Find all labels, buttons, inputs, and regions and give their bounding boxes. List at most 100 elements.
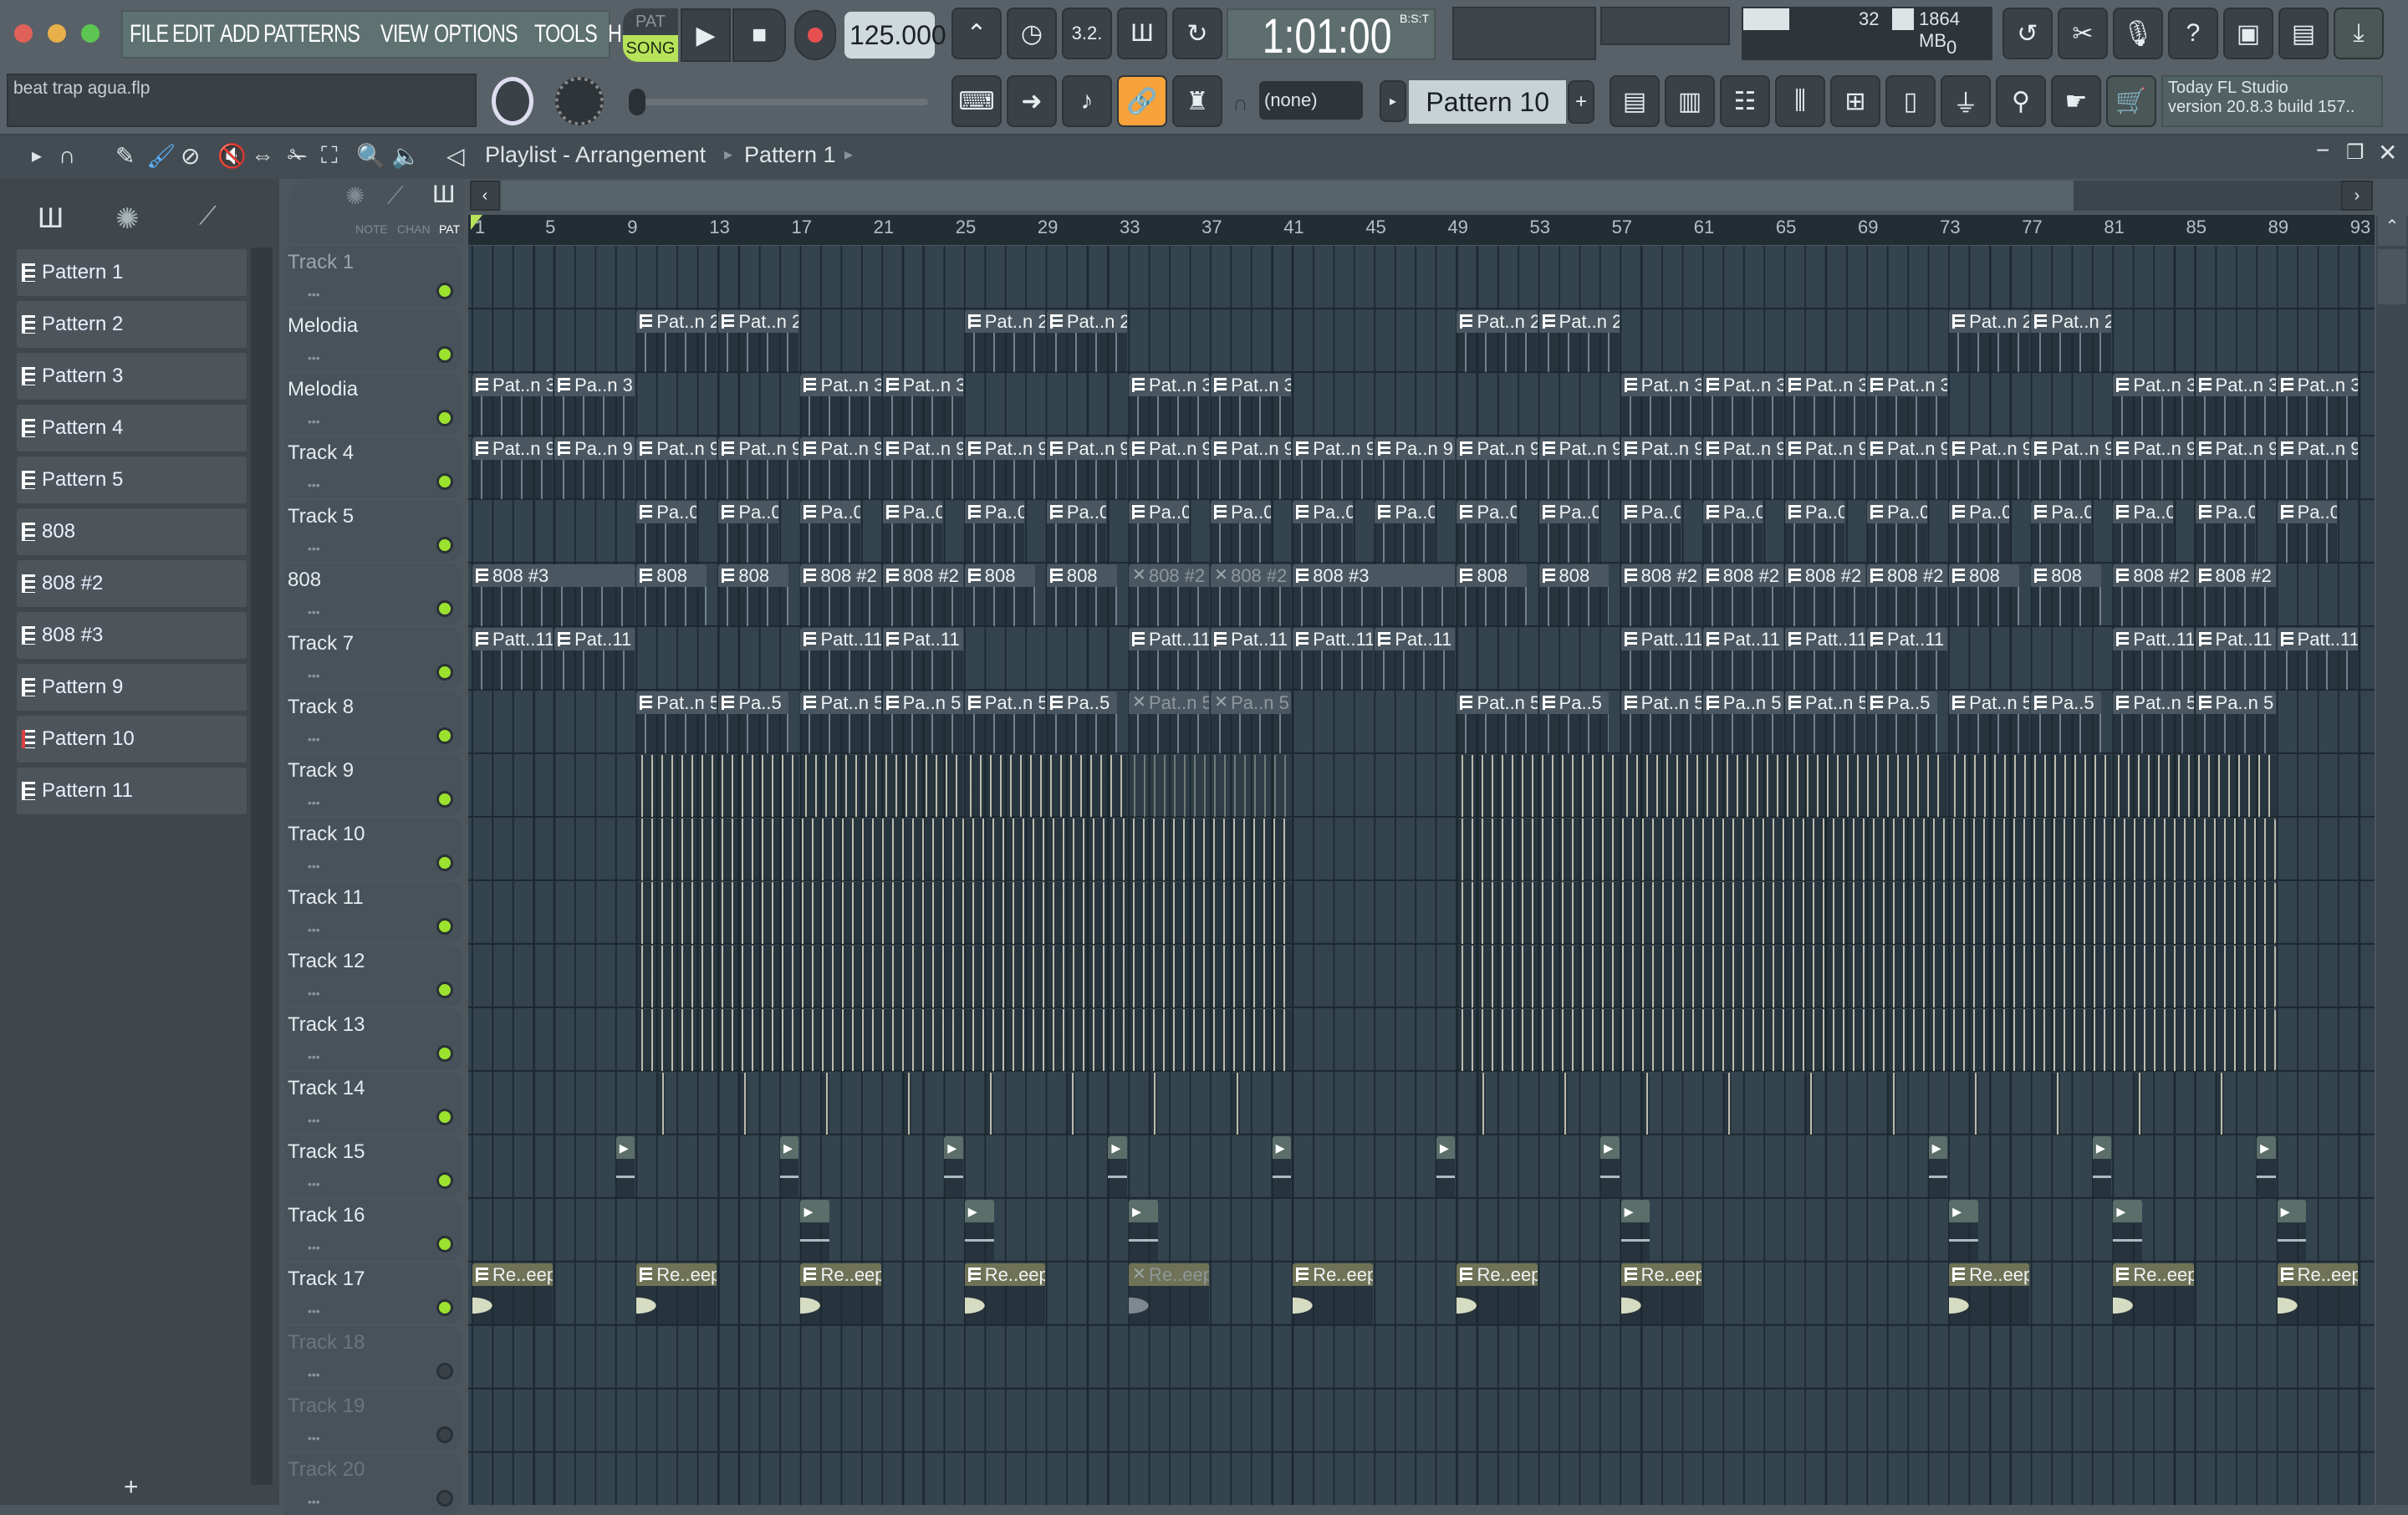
record-audio-button[interactable]: 🎙 [2113,8,2163,59]
track-options-icon[interactable]: ••• [308,1050,320,1064]
pattern-clip[interactable]: Pa..0 [2113,501,2173,563]
slip-icon[interactable]: ⇔ [251,142,274,169]
track-options-icon[interactable]: ••• [308,1368,320,1381]
pattern-clip[interactable]: 808 #2 [2113,564,2194,626]
audio-clip[interactable] [944,1136,963,1198]
audio-clip[interactable] [1620,1200,1650,1262]
pattern-item[interactable]: Pattern 9 [17,664,247,711]
plugin-database-button[interactable]: ⏚ [1941,75,1991,127]
hits-clip[interactable] [636,946,1292,1007]
scroll-left-button[interactable]: ‹ [470,181,500,211]
hits-clip[interactable] [738,1073,747,1135]
pattern-clip[interactable]: Pat..n 9 [1293,437,1374,499]
pattern-clip[interactable]: 808 [964,564,1035,626]
pattern-clip[interactable]: Re..eep [472,1263,554,1325]
pattern-clip[interactable]: Re..eep [1949,1263,2030,1325]
pattern-clip[interactable]: Pat..n 9 [2277,437,2358,499]
typing-keyboard-button[interactable]: ⌨ [951,75,1002,127]
tempo-field[interactable]: 125.000 [844,12,946,59]
hits-clip[interactable] [1457,882,2276,944]
pattern-clip[interactable]: 808 [1046,564,1117,626]
pattern-clip[interactable]: Pat..n 3 [472,374,554,436]
pattern-clip[interactable]: Pa..0 [1702,501,1763,563]
pattern-clip[interactable]: Pat..11 [554,628,635,690]
track-mute-led[interactable] [436,664,453,681]
close-window-button[interactable] [14,24,33,43]
pattern-clip[interactable]: Re..eep [1128,1263,1210,1325]
pattern-clip[interactable]: Pa..0 [1867,501,1927,563]
hits-clip[interactable] [636,882,1292,944]
track-header[interactable]: Track 19 ••• [284,1390,462,1451]
audio-clip[interactable] [2092,1136,2112,1198]
track-header[interactable]: Track 16 ••• [284,1199,462,1261]
playlist-pattern[interactable]: Pattern 1 [744,142,836,168]
stop-button[interactable]: ■ [732,8,786,62]
hits-clip[interactable] [636,755,799,817]
pattern-clip[interactable]: Pat..11 [1867,628,1948,690]
snap-dropdown[interactable]: (none) [1259,81,1363,120]
pattern-prev-button[interactable]: ▸ [1380,80,1406,122]
overview-scrollbar[interactable] [502,181,2074,211]
track-mute-led[interactable] [436,918,453,935]
pattern-clip[interactable]: Pat..n 3 [1784,374,1866,436]
track-header[interactable]: Track 11 ••• [284,881,462,943]
hits-clip[interactable] [1949,755,2112,817]
pattern-item[interactable]: 808 #3 [17,612,247,659]
multilink-button[interactable]: 🔗 [1117,75,1167,127]
pattern-clip[interactable]: Pa..n 3 [554,374,635,436]
pattern-clip[interactable]: Pat..n 5 [2113,691,2194,753]
pencil-icon[interactable]: ✎ [115,142,135,170]
news-panel[interactable]: Today FL Studio version 20.8.3 build 157… [2161,75,2383,127]
audio-clip[interactable] [1436,1136,1456,1198]
pattern-clip[interactable]: Pat..n 9 [1620,437,1701,499]
audio-clip[interactable] [2277,1200,2307,1262]
pattern-item[interactable]: Pattern 4 [17,405,247,451]
hits-clip[interactable] [1887,1073,1896,1135]
automation-icon[interactable]: ⟋ [387,182,404,210]
hits-clip[interactable] [1723,1073,1732,1135]
pattern-clip[interactable]: Pat..11 [882,628,963,690]
pattern-item[interactable]: Pattern 2 [17,301,247,348]
pattern-clip[interactable]: Patt..11 [1620,628,1701,690]
track-options-icon[interactable]: ••• [308,542,320,555]
pattern-clip[interactable]: Patt..11 [2113,628,2194,690]
pattern-clip[interactable]: Pa..n 5 [882,691,963,753]
pattern-clip[interactable]: Re..eep [1293,1263,1374,1325]
mute-icon[interactable]: 🔇 [217,142,247,170]
menu-view[interactable]: VIEW [380,20,428,48]
pattern-clip[interactable]: Pa..n 5 [1702,691,1783,753]
track-mute-led[interactable] [436,1109,453,1125]
pattern-clip[interactable]: Pat..n 9 [1538,437,1620,499]
pattern-clip[interactable]: Pat..11 [1702,628,1783,690]
audio-clip[interactable] [615,1136,635,1198]
pattern-clip[interactable]: Re..eep [2277,1263,2358,1325]
pattern-clip[interactable]: Pa..0 [1293,501,1353,563]
master-slider[interactable] [629,89,928,115]
pattern-clip[interactable]: Re..eep [1620,1263,1701,1325]
pattern-clip[interactable]: Pa..0 [1375,501,1435,563]
pattern-clip[interactable]: Pa..n 5 [1211,691,1292,753]
browser-button[interactable]: ⊞ [1830,75,1880,127]
pattern-clip[interactable]: Re..eep [636,1263,717,1325]
pattern-clip[interactable]: 808 [1457,564,1528,626]
note-button[interactable]: ♪ [1062,75,1112,127]
pat-mode[interactable]: PAT [623,8,678,35]
track-mute-led[interactable] [436,1045,453,1062]
midi-button[interactable]: ♜ [1172,75,1222,127]
track-mute-led[interactable] [436,854,453,871]
track-mute-led[interactable] [436,600,453,617]
pattern-clip[interactable]: Pat..11 [1375,628,1456,690]
hits-clip[interactable] [2113,755,2276,817]
pattern-clip[interactable]: 808 #2 [1784,564,1866,626]
store-button[interactable]: 🛒 [2106,75,2156,127]
track-header[interactable]: Melodia ••• [284,373,462,435]
vertical-scrollbar[interactable]: ⌃ [2376,216,2408,1505]
pattern-clip[interactable]: 808 [1538,564,1610,626]
pattern-clip[interactable]: Pa..0 [2195,501,2256,563]
pattern-clip[interactable]: 808 #3 [1293,564,1456,626]
hits-clip[interactable] [1620,755,1948,817]
audio-clip[interactable] [1108,1136,1127,1198]
pattern-clip[interactable]: Pa..5 [1046,691,1117,753]
hits-clip[interactable] [903,1073,912,1135]
track-header[interactable]: Track 15 ••• [284,1135,462,1197]
